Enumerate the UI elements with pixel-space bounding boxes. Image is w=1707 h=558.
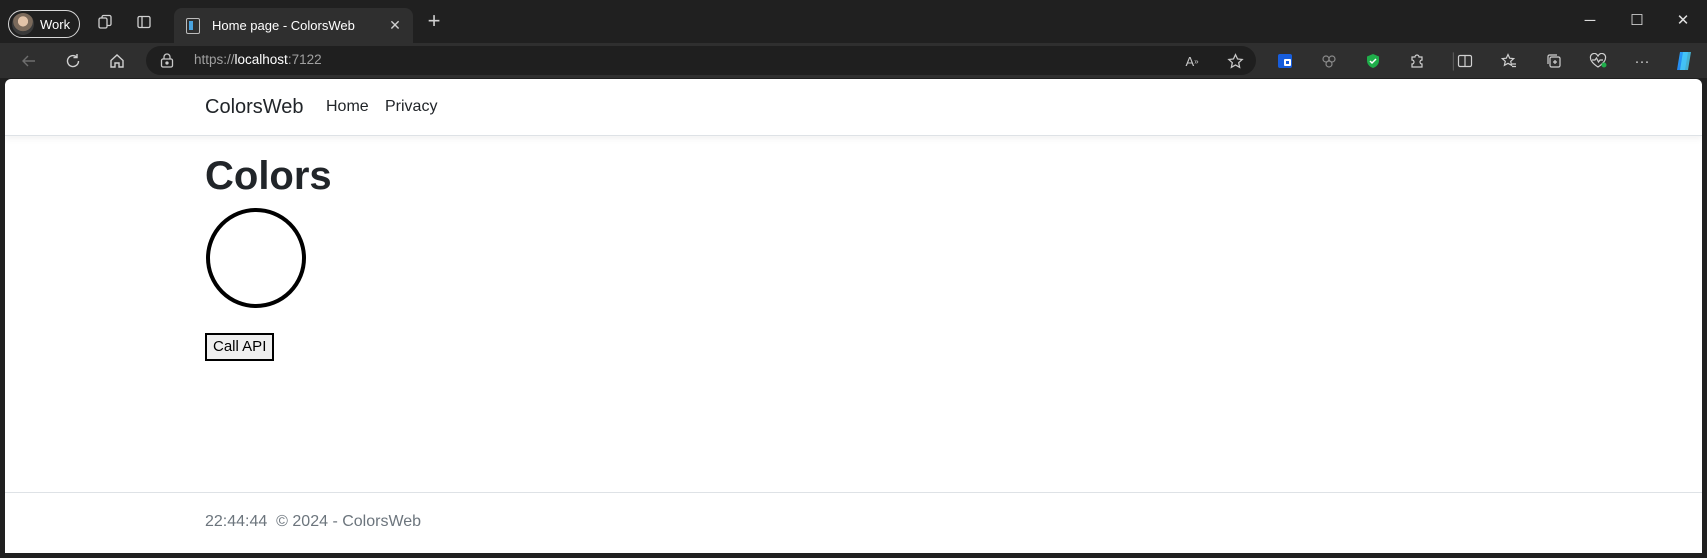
copilot-icon[interactable]: [1673, 50, 1695, 72]
lock-icon[interactable]: [160, 53, 174, 68]
new-tab-icon[interactable]: +: [424, 10, 444, 32]
profile-button[interactable]: Work: [8, 10, 80, 38]
minimize-icon[interactable]: ─: [1575, 10, 1605, 32]
browser-window: Work Home page - ColorsWeb ✕ + ─ ☐ ✕ htt…: [0, 0, 1707, 558]
favorite-star-icon[interactable]: [1225, 51, 1245, 71]
site-footer: 22:44:44 © 2024 - ColorsWeb: [5, 492, 1702, 553]
extensions-puzzle-icon[interactable]: [1406, 50, 1428, 72]
page-title: Colors: [205, 154, 332, 198]
footer-copyright: © 2024 - ColorsWeb: [276, 513, 422, 530]
nav-link-home[interactable]: Home: [326, 98, 369, 116]
shield-icon[interactable]: [1362, 50, 1384, 72]
tab-home-page[interactable]: Home page - ColorsWeb ✕: [174, 8, 413, 43]
workspaces-icon[interactable]: [96, 13, 114, 31]
extension-icon[interactable]: [1318, 50, 1340, 72]
footer-text: 22:44:44 © 2024 - ColorsWeb: [205, 513, 421, 531]
tab-title: Home page - ColorsWeb: [212, 18, 355, 33]
refresh-icon[interactable]: [62, 50, 84, 72]
url-text[interactable]: https://localhost:7122: [194, 52, 322, 67]
color-circle: [206, 208, 306, 308]
close-tab-icon[interactable]: ✕: [387, 17, 403, 33]
site-brand[interactable]: ColorsWeb: [205, 96, 304, 119]
url-host: localhost: [234, 52, 288, 67]
address-bar[interactable]: https://localhost:7122 A»: [146, 46, 1256, 75]
vertical-tabs-icon[interactable]: [135, 13, 153, 31]
split-screen-icon[interactable]: [1454, 50, 1476, 72]
url-scheme: https://: [194, 52, 235, 67]
performance-icon[interactable]: [1587, 50, 1609, 72]
read-aloud-icon[interactable]: A»: [1182, 51, 1202, 71]
footer-time: 22:44:44: [205, 513, 268, 530]
favorites-icon[interactable]: [1498, 50, 1520, 72]
more-icon[interactable]: ···: [1631, 50, 1653, 72]
site-navbar: ColorsWeb Home Privacy: [5, 79, 1702, 136]
bitwarden-icon[interactable]: [1274, 50, 1296, 72]
maximize-icon[interactable]: ☐: [1622, 10, 1652, 32]
page-viewport: ColorsWeb Home Privacy Colors Call API 2…: [5, 79, 1702, 553]
home-icon[interactable]: [106, 50, 128, 72]
window-close-icon[interactable]: ✕: [1668, 10, 1698, 32]
nav-link-privacy[interactable]: Privacy: [385, 98, 437, 116]
profile-label: Work: [40, 16, 71, 32]
back-icon[interactable]: [18, 50, 40, 72]
call-api-button[interactable]: Call API: [205, 333, 275, 361]
collections-icon[interactable]: [1543, 50, 1565, 72]
url-port: :7122: [287, 52, 322, 67]
tab-strip: Work Home page - ColorsWeb ✕ + ─ ☐ ✕: [0, 0, 1707, 43]
avatar: [12, 13, 34, 35]
page-icon: [186, 17, 200, 34]
